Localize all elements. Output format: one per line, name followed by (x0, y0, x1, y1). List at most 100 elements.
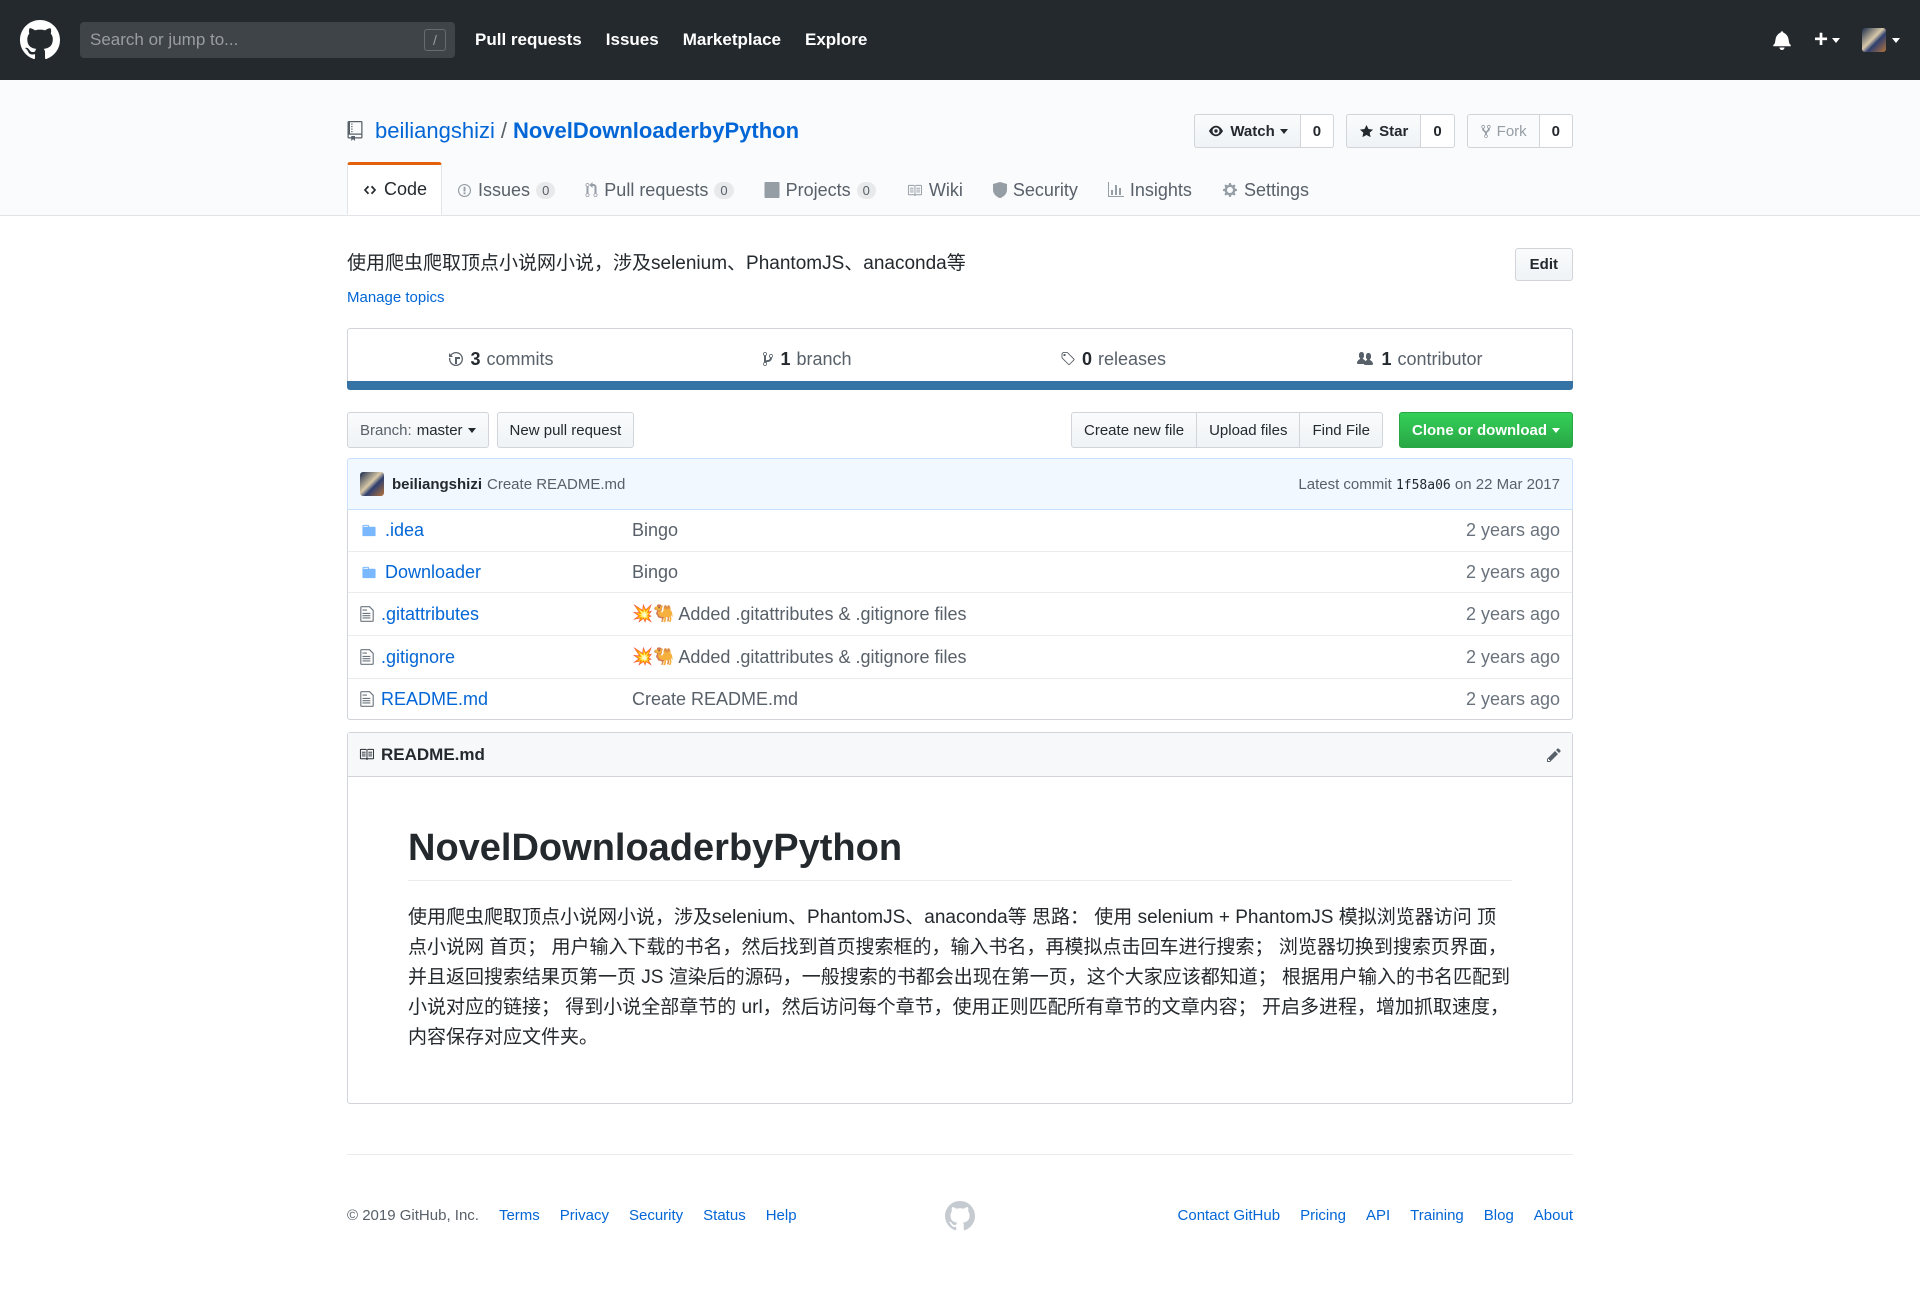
fork-button[interactable]: Fork (1466, 114, 1540, 148)
global-nav: Pull requests Issues Marketplace Explore (475, 30, 891, 50)
readme-content: NovelDownloaderbyPython 使用爬虫爬取顶点小说网小说，涉及… (348, 777, 1572, 1103)
numbers-summary: 3 commits 1 branch 0 releases 1 contribu… (347, 328, 1573, 390)
readme-header: README.md (348, 733, 1572, 777)
create-new-dropdown[interactable]: + (1814, 26, 1840, 54)
footer-link-pricing[interactable]: Pricing (1300, 1207, 1346, 1224)
find-file-button[interactable]: Find File (1299, 412, 1383, 448)
releases-label: releases (1097, 348, 1167, 369)
user-menu[interactable] (1862, 28, 1900, 52)
file-age: 2 years ago (1465, 520, 1560, 540)
watch-button[interactable]: Watch (1194, 114, 1301, 148)
watch-count[interactable]: 0 (1300, 114, 1335, 148)
edit-description-button[interactable]: Edit (1514, 248, 1573, 281)
eye-icon (1209, 125, 1224, 137)
file-name-link[interactable]: .gitignore (381, 647, 455, 668)
notifications-bell-icon[interactable] (1772, 30, 1792, 50)
file-commit-message-link[interactable]: Bingo (632, 520, 678, 541)
latest-commit-bar: beiliangshizi Create README.md Latest co… (347, 458, 1573, 510)
footer-link-terms[interactable]: Terms (499, 1207, 540, 1224)
avatar[interactable] (360, 472, 384, 496)
file-list: .idea Bingo 2 years ago Downloader Bingo… (347, 510, 1573, 720)
commit-message-link[interactable]: Create README.md (487, 476, 625, 493)
repo-owner-link[interactable]: beiliangshizi (375, 118, 495, 144)
footer-link-training[interactable]: Training (1410, 1207, 1464, 1224)
footer-link-about[interactable]: About (1534, 1207, 1573, 1224)
contributor-count: 1 (1381, 348, 1392, 369)
nav-marketplace[interactable]: Marketplace (683, 30, 781, 50)
file-name-link[interactable]: Downloader (385, 562, 481, 583)
language-bar[interactable] (347, 381, 1573, 390)
commits-label: commits (486, 348, 554, 369)
tab-projects[interactable]: Projects 0 (749, 164, 891, 214)
issues-counter: 0 (536, 181, 556, 199)
manage-topics-link[interactable]: Manage topics (347, 289, 1573, 306)
branch-icon (763, 352, 774, 366)
file-commit-message-link[interactable]: Create README.md (632, 689, 798, 710)
contributors-link[interactable]: 1 contributor (1266, 349, 1572, 370)
nav-issues[interactable]: Issues (606, 30, 659, 50)
repo-title: beiliangshizi / NovelDownloaderbyPython (347, 118, 799, 144)
file-commit-message-link[interactable]: Bingo (632, 562, 678, 583)
branch-select-button[interactable]: Branch: master (347, 412, 489, 448)
chevron-down-icon (1892, 37, 1900, 43)
pencil-icon[interactable] (1546, 747, 1562, 763)
tab-label: Code (384, 179, 428, 199)
fork-count[interactable]: 0 (1539, 114, 1573, 148)
clone-or-download-button[interactable]: Clone or download (1399, 412, 1573, 448)
footer-link-api[interactable]: API (1366, 1207, 1390, 1224)
clone-label: Clone or download (1412, 421, 1547, 439)
new-pull-request-button[interactable]: New pull request (496, 412, 635, 448)
upload-files-button[interactable]: Upload files (1196, 412, 1301, 448)
commit-author-link[interactable]: beiliangshizi (392, 476, 482, 493)
tag-icon (1061, 352, 1075, 366)
tab-label: Insights (1129, 179, 1192, 200)
tab-wiki[interactable]: Wiki (891, 164, 978, 214)
footer-link-status[interactable]: Status (703, 1207, 746, 1224)
footer-link-privacy[interactable]: Privacy (560, 1207, 609, 1224)
fork-label: Fork (1496, 122, 1527, 140)
tab-insights[interactable]: Insights (1093, 164, 1207, 214)
file-age: 2 years ago (1465, 688, 1560, 709)
file-commit-message-link[interactable]: Added .gitattributes & .gitignore files (678, 647, 966, 668)
file-name-link[interactable]: README.md (381, 689, 488, 710)
tab-pull-requests[interactable]: Pull requests 0 (570, 164, 748, 214)
chevron-down-icon (1279, 128, 1288, 134)
tab-security[interactable]: Security (978, 164, 1093, 214)
footer-link-blog[interactable]: Blog (1484, 1207, 1514, 1224)
watch-group: Watch 0 (1194, 114, 1335, 148)
file-name-link[interactable]: .idea (385, 520, 424, 541)
repo-name-link[interactable]: NovelDownloaderbyPython (513, 118, 799, 144)
github-logo-icon[interactable] (20, 20, 60, 60)
commits-link[interactable]: 3 commits (348, 349, 654, 370)
tab-label: Security (1012, 179, 1078, 200)
create-new-file-button[interactable]: Create new file (1071, 412, 1198, 448)
readme-paragraph: 使用爬虫爬取顶点小说网小说，涉及selenium、PhantomJS、anaco… (408, 907, 1511, 1048)
star-button[interactable]: Star (1346, 114, 1422, 148)
commit-sha-link[interactable]: 1f58a06 (1396, 478, 1451, 493)
history-icon (449, 352, 464, 366)
footer-link-contact[interactable]: Contact GitHub (1178, 1207, 1281, 1224)
file-name-link[interactable]: .gitattributes (381, 604, 479, 625)
chevron-down-icon (1552, 427, 1560, 433)
fork-icon (1480, 124, 1491, 138)
search-input[interactable]: Search or jump to... / (80, 22, 455, 58)
file-age: 2 years ago (1465, 603, 1560, 624)
footer-link-security[interactable]: Security (629, 1207, 683, 1224)
file-commit-message-link[interactable]: Added .gitattributes & .gitignore files (678, 604, 966, 625)
site-footer: © 2019 GitHub, Inc. Terms Privacy Securi… (347, 1154, 1573, 1230)
table-row: .gitignore 💥🐫 Added .gitattributes & .git… (348, 635, 1572, 678)
branches-link[interactable]: 1 branch (654, 349, 960, 370)
repo-tabs: Code Issues 0 Pull requests 0 Projects 0… (347, 162, 1573, 215)
github-mark-icon[interactable] (945, 1200, 975, 1231)
nav-explore[interactable]: Explore (805, 30, 867, 50)
tab-code[interactable]: Code (347, 162, 443, 215)
releases-link[interactable]: 0 releases (960, 349, 1266, 370)
star-count[interactable]: 0 (1421, 114, 1455, 148)
footer-link-help[interactable]: Help (766, 1207, 797, 1224)
nav-pull-requests[interactable]: Pull requests (475, 30, 582, 50)
folder-icon (362, 524, 376, 537)
commit-date: 22 Mar 2017 (1475, 475, 1560, 493)
tab-issues[interactable]: Issues 0 (442, 164, 570, 214)
tab-settings[interactable]: Settings (1207, 164, 1324, 214)
copyright: © 2019 GitHub, Inc. (347, 1207, 479, 1224)
